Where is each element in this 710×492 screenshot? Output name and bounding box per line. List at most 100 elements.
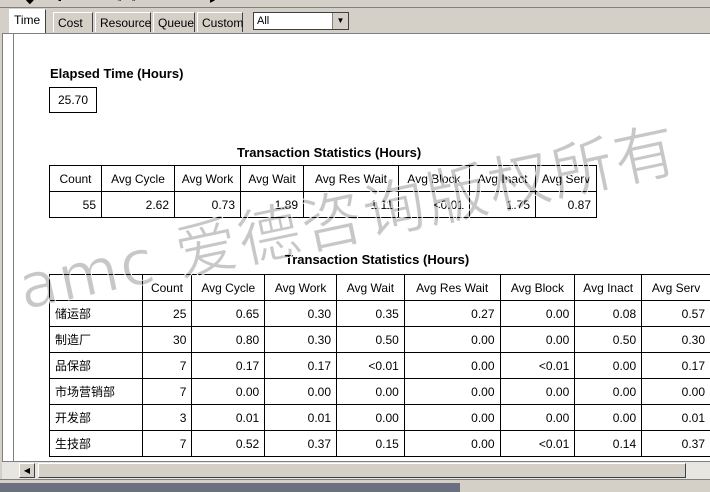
table-cell: 55 [50, 192, 102, 218]
table-cell: 0.17 [642, 353, 710, 379]
tab-resource[interactable]: Resource [95, 12, 151, 32]
row-label: 开发部 [50, 405, 143, 431]
table-cell: 0.00 [337, 405, 405, 431]
column-header: Avg Inact [575, 275, 642, 301]
table-row: 生技部70.520.370.150.00<0.010.140.37 [50, 431, 710, 457]
table-cell: 0.00 [404, 327, 500, 353]
dept-stats-table: Count Avg Cycle Avg Work Avg Wait Avg Re… [49, 274, 710, 457]
table-cell: 0.00 [404, 379, 500, 405]
scroll-left-icon[interactable]: ◀ [19, 463, 35, 478]
column-header: Avg Block [399, 166, 470, 192]
table-header-row: Count Avg Cycle Avg Work Avg Wait Avg Re… [50, 275, 710, 301]
column-header: Avg Work [265, 275, 337, 301]
table-cell: <0.01 [399, 192, 470, 218]
table-cell: 3 [142, 405, 192, 431]
toolbar-icon[interactable]: ▫ [132, 0, 136, 6]
table-cell: 7 [142, 431, 192, 457]
column-header: Avg Res Wait [404, 275, 500, 301]
table-row: 制造厂300.800.300.500.000.000.500.30 [50, 327, 710, 353]
table-cell: 0.80 [192, 327, 265, 353]
table-cell: 25 [142, 301, 192, 327]
table-cell: 0.00 [404, 353, 500, 379]
column-header: Avg Cycle [192, 275, 265, 301]
column-header: Avg Serv [642, 275, 710, 301]
column-header: Avg Wait [337, 275, 405, 301]
top-toolbar: ◆ ▪ ▫ ▫ ▸ [0, 0, 710, 8]
table-cell: 0.50 [337, 327, 405, 353]
table-cell: 0.87 [536, 192, 597, 218]
toolbar-icon[interactable]: ▫ [118, 0, 122, 6]
table-row: 储运部250.650.300.350.270.000.080.57 [50, 301, 710, 327]
elapsed-value: 25.70 [49, 87, 97, 113]
row-label: 储运部 [50, 301, 143, 327]
table-cell: 2.62 [102, 192, 175, 218]
table-cell: <0.01 [500, 353, 575, 379]
table-cell: 0.50 [575, 327, 642, 353]
table-row: 品保部70.170.17<0.010.00<0.010.000.17 [50, 353, 710, 379]
tab-cost[interactable]: Cost [53, 12, 93, 32]
toolbar-icon[interactable]: ▪ [58, 0, 62, 6]
table-cell: 0.30 [265, 327, 337, 353]
stats-title: Transaction Statistics (Hours) [237, 145, 421, 160]
table-header-row: Count Avg Cycle Avg Work Avg Wait Avg Re… [50, 166, 597, 192]
table-cell: 0.27 [404, 301, 500, 327]
table-cell: 0.00 [404, 431, 500, 457]
tab-label: Resource [100, 16, 151, 30]
table-cell: 0.00 [500, 405, 575, 431]
table-cell: 0.14 [575, 431, 642, 457]
toolbar-icon[interactable]: ◆ [26, 0, 34, 6]
table-cell: 0.00 [500, 379, 575, 405]
table-cell: 0.52 [192, 431, 265, 457]
column-header: Avg Inact [470, 166, 536, 192]
row-label: 制造厂 [50, 327, 143, 353]
row-label: 生技部 [50, 431, 143, 457]
row-label: 市场营销部 [50, 379, 143, 405]
chevron-down-icon[interactable]: ▼ [332, 13, 348, 29]
table-cell: 0.57 [642, 301, 710, 327]
table-cell: 0.73 [175, 192, 241, 218]
table-cell: 0.00 [642, 379, 710, 405]
table-cell: 0.01 [192, 405, 265, 431]
tab-label: Queue [158, 16, 194, 30]
tab-time[interactable]: Time [9, 9, 46, 33]
tab-label: Time [14, 13, 40, 27]
table-cell: 7 [142, 379, 192, 405]
toolbar-icon[interactable]: ▸ [210, 0, 215, 6]
table-cell: 0.00 [265, 379, 337, 405]
table-cell: <0.01 [500, 431, 575, 457]
table-cell: 0.37 [265, 431, 337, 457]
table-row: 55 2.62 0.73 1.89 1.11 <0.01 1.75 0.87 [50, 192, 597, 218]
table-cell: 0.37 [642, 431, 710, 457]
tab-custom[interactable]: Custom [197, 12, 243, 32]
table-cell: 0.01 [642, 405, 710, 431]
filter-select[interactable]: All ▼ [253, 12, 349, 30]
scrollbar-thumb[interactable] [38, 463, 686, 478]
column-header: Count [142, 275, 192, 301]
column-header: Avg Res Wait [304, 166, 399, 192]
table-cell: 0.00 [575, 353, 642, 379]
column-header: Avg Work [175, 166, 241, 192]
table-row: 开发部30.010.010.000.000.000.000.01 [50, 405, 710, 431]
table-cell: 0.00 [575, 405, 642, 431]
status-bar [0, 479, 710, 492]
table-cell: 0.08 [575, 301, 642, 327]
panel-divider [13, 34, 14, 461]
table-cell: 7 [142, 353, 192, 379]
table-row: 市场营销部70.000.000.000.000.000.000.00 [50, 379, 710, 405]
tab-queue[interactable]: Queue [153, 12, 195, 32]
tab-label: Custom [202, 16, 243, 30]
column-header [50, 275, 143, 301]
table-cell: 0.00 [575, 379, 642, 405]
table-cell: <0.01 [337, 353, 405, 379]
horizontal-scrollbar[interactable]: ◀ [2, 461, 710, 479]
table-cell: 0.00 [337, 379, 405, 405]
elapsed-title: Elapsed Time (Hours) [50, 66, 183, 81]
tab-label: Cost [58, 16, 83, 30]
report-panel: Elapsed Time (Hours) 25.70 Transaction S… [2, 33, 710, 461]
column-header: Avg Serv [536, 166, 597, 192]
table-cell: 0.17 [192, 353, 265, 379]
table-cell: 0.00 [404, 405, 500, 431]
table-cell: 1.75 [470, 192, 536, 218]
dept-stats-title: Transaction Statistics (Hours) [285, 252, 469, 267]
table-cell: 0.01 [265, 405, 337, 431]
